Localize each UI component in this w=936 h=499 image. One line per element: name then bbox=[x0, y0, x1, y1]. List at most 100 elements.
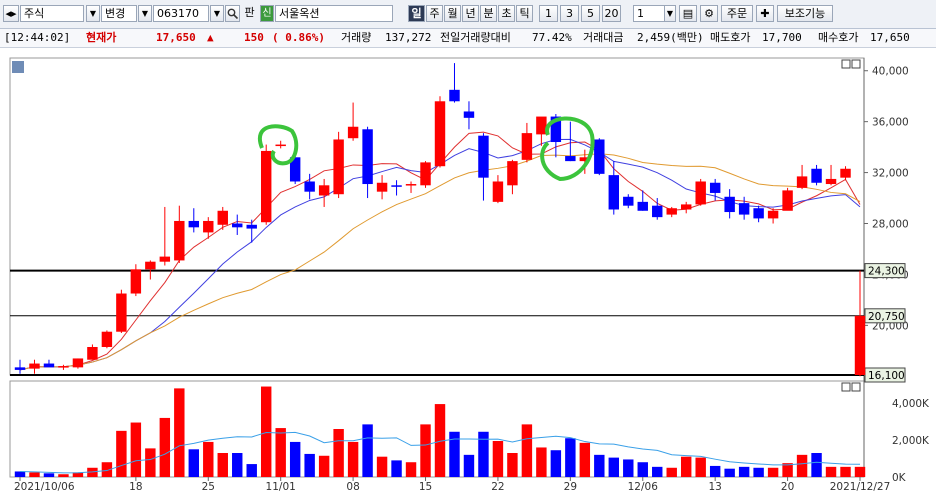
interval-button-1[interactable]: 3 bbox=[560, 5, 579, 22]
volume-value: 137,272 bbox=[385, 31, 432, 44]
volume-bar bbox=[318, 455, 330, 477]
interval-button-3[interactable]: 20 bbox=[602, 5, 621, 22]
chevron-down-icon[interactable]: ▼ bbox=[664, 5, 676, 22]
volume-bar bbox=[347, 441, 359, 477]
prev-ratio-label: 전일거래량대비 bbox=[440, 31, 511, 44]
nav-arrows-icon[interactable]: ◂▸ bbox=[3, 5, 19, 22]
order-button[interactable]: 주문 bbox=[721, 5, 753, 22]
candle-body bbox=[492, 181, 504, 202]
close-icon[interactable] bbox=[851, 382, 861, 392]
level-label: 16,100 bbox=[868, 370, 905, 382]
mode-select[interactable]: 변경 bbox=[101, 5, 137, 22]
candle-body bbox=[478, 135, 489, 178]
panel-title-icon bbox=[12, 61, 24, 73]
volume-bar bbox=[260, 386, 272, 477]
candle-body bbox=[854, 315, 866, 375]
candle-body bbox=[391, 185, 402, 187]
volume-bar bbox=[565, 438, 576, 477]
minimize-icon[interactable] bbox=[841, 382, 851, 392]
bid-price: 17,650 bbox=[870, 31, 910, 44]
volume-bar bbox=[217, 453, 228, 477]
candle-body bbox=[840, 168, 851, 178]
candle-body bbox=[347, 126, 359, 139]
volume-bar bbox=[203, 441, 214, 477]
current-price: 17,650 bbox=[156, 31, 196, 44]
period-button-6[interactable]: 틱 bbox=[516, 5, 533, 22]
candle-body bbox=[376, 182, 388, 192]
volume-bar bbox=[738, 466, 750, 477]
candle-body bbox=[680, 204, 692, 210]
date-tick-label: 12/06 bbox=[628, 481, 659, 493]
trade-value-label: 거래대금 bbox=[583, 31, 624, 44]
volume-bar bbox=[811, 453, 822, 477]
candle-body bbox=[87, 346, 98, 360]
candle-body bbox=[565, 156, 576, 162]
chevron-down-icon[interactable]: ▼ bbox=[86, 5, 100, 22]
pan-button[interactable]: 판 bbox=[241, 5, 258, 22]
candle-body bbox=[449, 89, 460, 102]
price-change-pct: ( 0.86%) bbox=[272, 31, 325, 44]
trade-value: 2,459(백만) bbox=[637, 31, 704, 44]
table-icon[interactable]: ▤ bbox=[679, 5, 697, 22]
candle-body bbox=[434, 101, 446, 167]
close-icon[interactable] bbox=[851, 59, 861, 69]
chevron-down-icon[interactable]: ▼ bbox=[210, 5, 224, 22]
volume-bar bbox=[796, 454, 808, 477]
minimize-icon[interactable] bbox=[841, 59, 851, 69]
volume-bar bbox=[116, 430, 127, 477]
period-button-4[interactable]: 분 bbox=[480, 5, 497, 22]
time-label: [12:44:02] bbox=[4, 31, 71, 44]
volume-tick-label: 2,000K bbox=[892, 435, 930, 447]
candle-body bbox=[43, 363, 55, 368]
date-tick-label: 2021/12/27 bbox=[830, 481, 891, 493]
candle-body bbox=[318, 185, 330, 196]
period-button-1[interactable]: 주 bbox=[426, 5, 443, 22]
period-button-5[interactable]: 초 bbox=[498, 5, 515, 22]
change-arrow-icon: ▲ bbox=[207, 31, 214, 44]
candle-body bbox=[101, 331, 113, 347]
date-tick-label: 25 bbox=[202, 481, 215, 493]
period-button-2[interactable]: 월 bbox=[444, 5, 461, 22]
volume-bar bbox=[666, 467, 677, 477]
volume-bar bbox=[145, 448, 156, 477]
chart-area[interactable]: 40,00036,00032,00028,00024,00020,00024,3… bbox=[0, 53, 936, 496]
volume-bar bbox=[637, 462, 648, 477]
candle-body bbox=[116, 293, 127, 332]
aux-function-button[interactable]: 보조기능 bbox=[777, 5, 833, 22]
code-input[interactable]: 063170 bbox=[153, 5, 209, 22]
gear-icon[interactable]: ⚙ bbox=[700, 5, 718, 22]
volume-bar bbox=[652, 466, 663, 477]
volume-bar bbox=[854, 466, 866, 477]
candle-body bbox=[159, 256, 171, 262]
period-button-3[interactable]: 년 bbox=[462, 5, 479, 22]
level-label: 24,300 bbox=[868, 266, 905, 278]
credit-badge: 신 bbox=[260, 5, 274, 22]
interval-button-2[interactable]: 5 bbox=[581, 5, 600, 22]
candle-body bbox=[232, 223, 243, 228]
plus-icon[interactable]: ✚ bbox=[756, 5, 774, 22]
candle-body bbox=[796, 176, 808, 188]
price-change: 150 bbox=[244, 31, 264, 44]
volume-bar bbox=[159, 417, 171, 477]
search-icon[interactable] bbox=[225, 5, 240, 22]
volume-bar bbox=[753, 467, 764, 477]
period-button-0[interactable]: 일 bbox=[408, 5, 425, 22]
candle-body bbox=[738, 203, 750, 215]
candle-body bbox=[203, 220, 214, 233]
volume-bar bbox=[594, 454, 605, 477]
level-label: 20,750 bbox=[868, 311, 905, 323]
volume-bar bbox=[304, 453, 315, 477]
chevron-down-icon[interactable]: ▼ bbox=[138, 5, 152, 22]
candle-body bbox=[72, 358, 84, 368]
stock-chart[interactable]: 40,00036,00032,00028,00024,00020,00024,3… bbox=[0, 53, 936, 496]
date-tick-label: 15 bbox=[419, 481, 432, 493]
price-tick-label: 36,000 bbox=[872, 117, 909, 129]
interval-button-0[interactable]: 1 bbox=[539, 5, 558, 22]
candle-body bbox=[174, 220, 185, 261]
volume-bar bbox=[579, 442, 591, 477]
volume-bar bbox=[623, 459, 634, 477]
volume-bar bbox=[840, 466, 851, 477]
volume-bar bbox=[188, 449, 200, 477]
toolbar: ◂▸ 주식 ▼ 변경 ▼ 063170 ▼ 판 신 서울옥션 일주월년분초틱 1… bbox=[0, 0, 936, 29]
market-select[interactable]: 주식 bbox=[20, 5, 84, 22]
